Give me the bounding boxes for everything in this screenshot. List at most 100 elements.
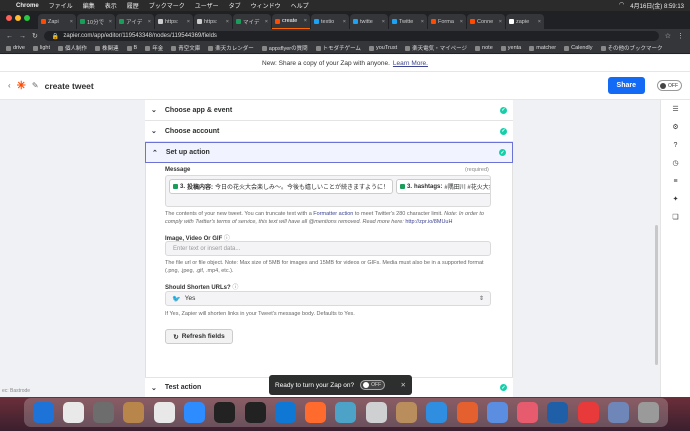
close-tab-icon[interactable]: × [538, 19, 541, 25]
data-pill[interactable]: 3. 投稿内容: 今日の花火大会楽しみ〜。今後も嬉しいことが続きますように！ [169, 179, 394, 194]
choose-app-section[interactable]: ⌄ Choose app & event ✓ [145, 100, 513, 121]
zap-title[interactable]: create tweet [45, 81, 94, 91]
dock-app-icon[interactable] [607, 402, 629, 423]
bookmark-item[interactable]: 楽天カレンダー [208, 44, 254, 52]
bookmark-item[interactable]: 楽天電気・マイページ [405, 44, 467, 52]
reload-icon[interactable]: ↻ [32, 32, 38, 40]
tab-7[interactable]: textio × [311, 14, 349, 29]
menu-file[interactable]: ファイル [49, 1, 73, 10]
dock-app-icon[interactable] [365, 402, 387, 423]
zap-settings-icon[interactable]: ✦ [671, 194, 681, 204]
dock-app-icon[interactable] [517, 402, 539, 423]
dock-app-icon[interactable] [123, 402, 145, 423]
close-icon[interactable]: ✕ [401, 381, 406, 389]
bookmark-item[interactable]: トモダチゲーム [315, 44, 361, 52]
scrollbar[interactable] [655, 225, 658, 365]
bookmark-item[interactable]: その他のブックマーク [600, 44, 663, 52]
tab-6[interactable]: create × [272, 14, 310, 29]
history-icon[interactable]: ◷ [671, 158, 681, 168]
close-tab-icon[interactable]: × [460, 19, 463, 25]
data-pill[interactable]: 3. hashtags: #隅田川 #花火大会 [396, 179, 490, 194]
menu-edit[interactable]: 編集 [83, 1, 95, 10]
menu-user[interactable]: ユーザー [195, 1, 219, 10]
help-icon[interactable]: ? [671, 140, 681, 150]
close-tab-icon[interactable]: × [304, 18, 307, 24]
image-input[interactable]: Enter text or insert data... [165, 241, 491, 256]
zoom-window-button[interactable] [24, 15, 30, 21]
menu-dots-icon[interactable]: ⋮ [677, 32, 684, 40]
read-more-link[interactable]: http://zpr.io/8MUuH [405, 219, 452, 225]
bookmark-item[interactable]: appsflyerの質問 [261, 44, 308, 52]
tab-2[interactable]: アイデ × [116, 14, 154, 29]
menu-tab[interactable]: タブ [229, 1, 241, 10]
filter-icon[interactable]: ≡ [671, 176, 681, 186]
bookmark-item[interactable]: youTrust [368, 45, 397, 51]
close-tab-icon[interactable]: × [148, 19, 151, 25]
share-button[interactable]: Share [607, 77, 645, 94]
close-tab-icon[interactable]: × [343, 19, 346, 25]
dock-app-icon[interactable] [153, 402, 175, 423]
dock-app-icon[interactable] [305, 402, 327, 423]
pencil-icon[interactable]: ✎ [32, 81, 39, 90]
comments-icon[interactable]: ❏ [671, 212, 681, 222]
dock-app-icon[interactable] [214, 402, 236, 423]
dock-app-icon[interactable] [93, 402, 115, 423]
tab-12[interactable]: zapie × [506, 14, 544, 29]
bookmark-item[interactable]: 個人制作 [58, 44, 87, 52]
tab-3[interactable]: https: × [155, 14, 193, 29]
bookmark-item[interactable]: drive [6, 45, 25, 51]
close-tab-icon[interactable]: × [382, 19, 385, 25]
settings-icon[interactable]: ⚙ [671, 122, 681, 132]
menu-view[interactable]: 表示 [105, 1, 117, 10]
choose-account-section[interactable]: ⌄ Choose account ✓ [145, 121, 513, 142]
bookmark-item[interactable]: 年金 [145, 44, 163, 52]
close-tab-icon[interactable]: × [499, 19, 502, 25]
dock-app-icon[interactable] [184, 402, 206, 423]
bookmark-item[interactable]: 株関連 [95, 44, 119, 52]
dock-app-icon[interactable] [577, 402, 599, 423]
outline-icon[interactable]: ☰ [671, 104, 681, 114]
formatter-link[interactable]: Formatter action [313, 211, 353, 217]
dock-app-icon[interactable] [547, 402, 569, 423]
message-field[interactable]: 3. 投稿内容: 今日の花火大会楽しみ〜。今後も嬉しいことが続きますように！ 3. h… [165, 175, 491, 207]
tab-5[interactable]: マイデ × [233, 14, 271, 29]
dock-app-icon[interactable] [62, 402, 84, 423]
bookmark-item[interactable]: Calendly [564, 45, 593, 51]
dock-app-icon[interactable] [396, 402, 418, 423]
clock[interactable]: 4月16日(金) 8:59:13 [630, 1, 684, 10]
back-chevron-icon[interactable]: ‹ [8, 81, 11, 90]
menu-help[interactable]: ヘルプ [291, 1, 309, 10]
tab-1[interactable]: 10分で × [77, 14, 115, 29]
shorten-select[interactable]: 🐦 Yes ⇕ [165, 291, 491, 306]
close-tab-icon[interactable]: × [265, 19, 268, 25]
dock-app-icon[interactable] [486, 402, 508, 423]
bookmark-item[interactable]: light [32, 45, 50, 51]
menu-history[interactable]: 履歴 [127, 1, 139, 10]
menu-window[interactable]: ウィンドウ [251, 1, 281, 10]
bookmark-item[interactable]: yenta [500, 45, 521, 51]
close-window-button[interactable] [6, 15, 12, 21]
close-tab-icon[interactable]: × [109, 19, 112, 25]
star-icon[interactable]: ☆ [665, 32, 671, 40]
bookmark-item[interactable]: note [475, 45, 493, 51]
tab-11[interactable]: Conne × [467, 14, 505, 29]
bookmark-item[interactable]: matcher [529, 45, 556, 51]
address-bar[interactable]: 🔒 zapier.com/app/editor/119543348/nodes/1… [43, 31, 659, 41]
close-tab-icon[interactable]: × [70, 19, 73, 25]
learn-more-link[interactable]: Learn More. [393, 60, 428, 67]
refresh-fields-button[interactable]: ↻ Refresh fields [165, 329, 233, 344]
tab-8[interactable]: twitte × [350, 14, 388, 29]
wifi-icon[interactable]: ◠ [619, 1, 624, 10]
tab-4[interactable]: https: × [194, 14, 232, 29]
dock-app-icon[interactable] [244, 402, 266, 423]
tab-9[interactable]: Twitte × [389, 14, 427, 29]
zap-toggle[interactable]: OFF [657, 80, 682, 91]
bookmark-item[interactable]: B [126, 45, 137, 51]
close-tab-icon[interactable]: × [226, 19, 229, 25]
dock-app-icon[interactable] [426, 402, 448, 423]
tab-10[interactable]: Forma × [428, 14, 466, 29]
set-up-action-section[interactable]: ⌃ Set up action ✓ [145, 142, 513, 163]
close-tab-icon[interactable]: × [187, 19, 190, 25]
zapier-logo-icon[interactable]: ✳ [17, 79, 26, 92]
dock-app-icon[interactable] [274, 402, 296, 423]
